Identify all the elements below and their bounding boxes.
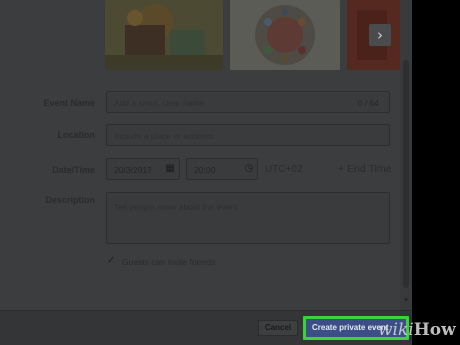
guests-invite-checkbox[interactable]: ✓: [107, 256, 117, 266]
scroll-down-arrow-icon[interactable]: ▾: [401, 295, 411, 305]
event-name-char-counter: 0 / 64: [357, 98, 379, 108]
description-placeholder: Tell people more about the event: [114, 202, 238, 212]
theme-thumbnail-2[interactable]: [230, 0, 340, 70]
add-end-time-link[interactable]: + End Time: [338, 163, 391, 175]
description-label: Description: [45, 195, 95, 205]
watermark-part-1: wiki: [378, 320, 414, 340]
create-event-dialog: › Event Name Add a short, clear name 0 /…: [0, 0, 412, 345]
watermark-part-2: How: [413, 320, 456, 340]
event-name-input[interactable]: Add a short, clear name 0 / 64: [106, 91, 390, 113]
location-label: Location: [57, 130, 96, 140]
time-picker[interactable]: 20:00 ◷: [186, 158, 258, 180]
event-name-label: Event Name: [43, 98, 95, 108]
date-value: 20/3/2017: [114, 165, 152, 175]
location-input[interactable]: Include a place or address: [106, 124, 390, 146]
clock-icon: ◷: [244, 163, 254, 174]
event-name-placeholder: Add a short, clear name: [114, 98, 205, 108]
theme-thumbnail-1[interactable]: [105, 0, 223, 70]
timezone-label: UTC+02: [265, 164, 303, 175]
description-textarea[interactable]: Tell people more about the event: [106, 192, 390, 244]
cancel-button[interactable]: Cancel: [258, 320, 298, 336]
date-picker[interactable]: 20/3/2017 ▦: [106, 158, 180, 180]
guests-invite-label: Guests can invite friends: [122, 257, 216, 267]
scrollbar-thumb[interactable]: [403, 60, 409, 288]
location-placeholder: Include a place or address: [114, 131, 214, 141]
time-value: 20:00: [194, 165, 216, 175]
theme-image-carousel: ›: [0, 0, 400, 73]
date-time-label: Date/Time: [52, 165, 95, 175]
wikihow-watermark: wikiHow: [378, 320, 456, 340]
theme-thumbnail-2-art: [230, 0, 340, 70]
chevron-right-icon[interactable]: ›: [369, 24, 391, 46]
calendar-icon: ▦: [165, 163, 175, 174]
theme-thumbnail-1-art: [105, 0, 223, 70]
